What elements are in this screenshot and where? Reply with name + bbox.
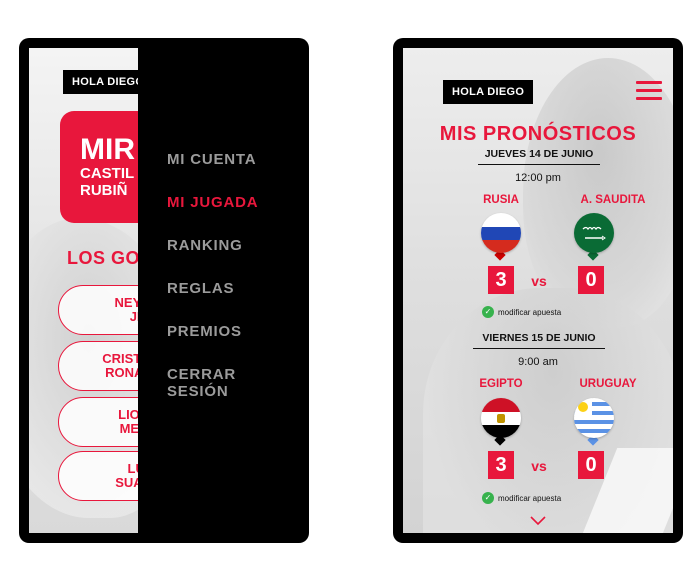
menu-item-ranking[interactable]: RANKING [167, 237, 243, 254]
menu-item-mi-cuenta[interactable]: MI CUENTA [167, 151, 256, 168]
hamburger-menu-icon[interactable] [636, 81, 662, 101]
match-date: VIERNES 15 DE JUNIO [473, 332, 605, 349]
flag-egypt-icon [481, 398, 521, 438]
versus-label: vs [531, 458, 547, 474]
flag-uruguay-icon [574, 398, 614, 438]
page-title: MIS PRONÓSTICOS [439, 123, 637, 145]
check-icon: ✓ [482, 306, 494, 318]
modify-bet-label: modificar apuesta [498, 308, 562, 317]
menu-item-reglas[interactable]: REGLAS [167, 280, 234, 297]
modify-bet-link[interactable]: ✓ modificar apuesta [482, 492, 562, 504]
predictions-screen: HOLA DIEGO MIS PRONÓSTICOS JUEVES 14 DE … [403, 48, 673, 533]
versus-label: vs [531, 273, 547, 289]
match-time: 9:00 am [518, 356, 558, 368]
menu-screen: HOLA DIEGO MIR CASTIL RUBIÑ LOS GO NEYMA… [29, 48, 299, 533]
chevron-down-icon[interactable] [530, 516, 546, 526]
section-title: LOS GO [67, 248, 141, 268]
menu-item-cerrar-sesion[interactable]: CERRAR SESIÓN [167, 366, 247, 400]
modify-bet-label: modificar apuesta [498, 494, 562, 503]
phone-frame-left: HOLA DIEGO MIR CASTIL RUBIÑ LOS GO NEYMA… [19, 38, 309, 543]
menu-item-mi-jugada[interactable]: MI JUGADA [167, 194, 258, 211]
modify-bet-link[interactable]: ✓ modificar apuesta [482, 306, 562, 318]
side-menu: MI CUENTA MI JUGADA RANKING REGLAS PREMI… [138, 48, 299, 533]
home-score[interactable]: 3 [488, 451, 514, 479]
away-team-name: A. SAUDITA [580, 194, 646, 206]
menu-item-premios[interactable]: PREMIOS [167, 323, 242, 340]
check-icon: ✓ [482, 492, 494, 504]
phone-frame-right: HOLA DIEGO MIS PRONÓSTICOS JUEVES 14 DE … [393, 38, 683, 543]
match-date: JUEVES 14 DE JUNIO [478, 148, 600, 165]
flag-russia-icon [481, 213, 521, 253]
match-time: 12:00 pm [515, 172, 561, 184]
away-score[interactable]: 0 [578, 451, 604, 479]
greeting-badge: HOLA DIEGO [443, 80, 534, 104]
home-team-name: RUSIA [483, 194, 519, 206]
home-team-name: EGIPTO [479, 378, 523, 390]
home-score[interactable]: 3 [488, 266, 514, 294]
away-team-name: URUGUAY [579, 378, 637, 390]
away-score[interactable]: 0 [578, 266, 604, 294]
flag-saudi-arabia-icon [574, 213, 614, 253]
